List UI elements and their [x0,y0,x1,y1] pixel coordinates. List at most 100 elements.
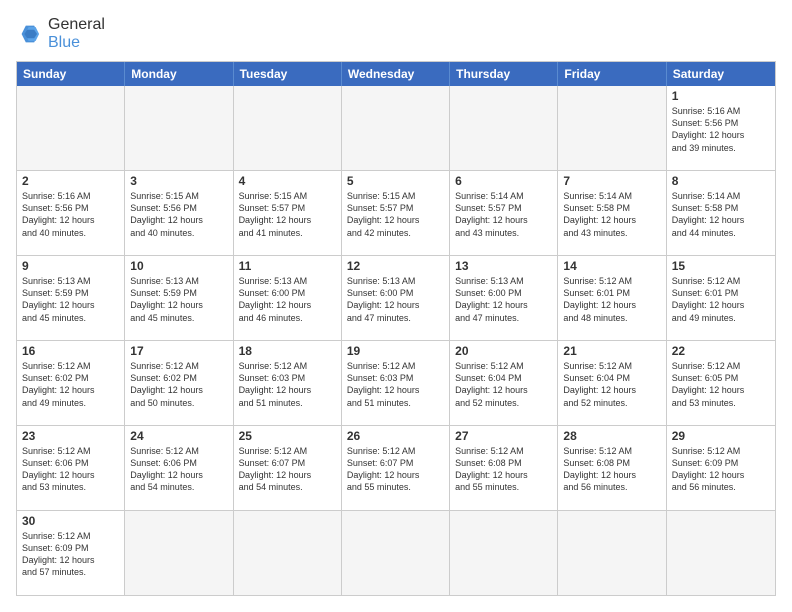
day-number: 25 [239,429,336,443]
calendar-header-day: Thursday [450,62,558,86]
day-number: 22 [672,344,770,358]
calendar-header-day: Monday [125,62,233,86]
day-number: 4 [239,174,336,188]
day-number: 10 [130,259,227,273]
logo-text: General Blue [48,16,105,51]
calendar-cell: 6 Sunrise: 5:14 AM Sunset: 5:57 PM Daylig… [450,171,558,255]
calendar-cell: 18 Sunrise: 5:12 AM Sunset: 6:03 PM Dayli… [234,341,342,425]
calendar-cell: 28Sunrise: 5:12 AM Sunset: 6:08 PM Dayli… [558,426,666,510]
calendar-row: 16 Sunrise: 5:12 AM Sunset: 6:02 PM Dayli… [17,341,775,426]
day-number: 27 [455,429,552,443]
cell-text: Sunrise: 5:16 AM Sunset: 5:56 PM Dayligh… [22,190,119,239]
calendar-cell: 10 Sunrise: 5:13 AM Sunset: 5:59 PM Dayli… [125,256,233,340]
day-number: 5 [347,174,444,188]
calendar-cell: 16 Sunrise: 5:12 AM Sunset: 6:02 PM Dayli… [17,341,125,425]
calendar-cell: 30 Sunrise: 5:12 AM Sunset: 6:09 PM Dayli… [17,511,125,595]
calendar-row: 9 Sunrise: 5:13 AM Sunset: 5:59 PM Daylig… [17,256,775,341]
calendar-cell: 27 Sunrise: 5:12 AM Sunset: 6:08 PM Dayli… [450,426,558,510]
calendar-cell: 25Sunrise: 5:12 AM Sunset: 6:07 PM Dayli… [234,426,342,510]
day-number: 30 [22,514,119,528]
cell-text: Sunrise: 5:12 AM Sunset: 6:01 PM Dayligh… [563,275,660,324]
cell-text: Sunrise: 5:12 AM Sunset: 6:05 PM Dayligh… [672,360,770,409]
day-number: 21 [563,344,660,358]
logo: General Blue [16,16,105,51]
cell-text: Sunrise: 5:14 AM Sunset: 5:58 PM Dayligh… [672,190,770,239]
cell-text: Sunrise: 5:13 AM Sunset: 6:00 PM Dayligh… [455,275,552,324]
calendar-header-day: Tuesday [234,62,342,86]
cell-text: Sunrise: 5:15 AM Sunset: 5:57 PM Dayligh… [239,190,336,239]
calendar-cell: 29Sunrise: 5:12 AM Sunset: 6:09 PM Dayli… [667,426,775,510]
day-number: 17 [130,344,227,358]
calendar: SundayMondayTuesdayWednesdayThursdayFrid… [16,61,776,596]
calendar-cell [125,511,233,595]
day-number: 12 [347,259,444,273]
day-number: 20 [455,344,552,358]
calendar-cell: 22 Sunrise: 5:12 AM Sunset: 6:05 PM Dayli… [667,341,775,425]
cell-text: Sunrise: 5:12 AM Sunset: 6:02 PM Dayligh… [130,360,227,409]
day-number: 19 [347,344,444,358]
day-number: 3 [130,174,227,188]
calendar-cell: 7 Sunrise: 5:14 AM Sunset: 5:58 PM Daylig… [558,171,666,255]
cell-text: Sunrise: 5:12 AM Sunset: 6:01 PM Dayligh… [672,275,770,324]
day-number: 1 [672,89,770,103]
calendar-row: 1 Sunrise: 5:16 AM Sunset: 5:56 PM Daylig… [17,86,775,171]
calendar-cell: 23Sunrise: 5:12 AM Sunset: 6:06 PM Dayli… [17,426,125,510]
page: General Blue SundayMondayTuesdayWednesda… [0,0,792,612]
calendar-cell: 12 Sunrise: 5:13 AM Sunset: 6:00 PM Dayli… [342,256,450,340]
calendar-cell: 24 Sunrise: 5:12 AM Sunset: 6:06 PM Dayli… [125,426,233,510]
day-number: 26 [347,429,444,443]
day-number: 13 [455,259,552,273]
day-number: 15 [672,259,770,273]
day-number: 23 [22,429,119,443]
calendar-cell: 8Sunrise: 5:14 AM Sunset: 5:58 PM Daylig… [667,171,775,255]
day-number: 7 [563,174,660,188]
calendar-row: 30 Sunrise: 5:12 AM Sunset: 6:09 PM Dayli… [17,511,775,595]
day-number: 14 [563,259,660,273]
cell-text: Sunrise: 5:12 AM Sunset: 6:03 PM Dayligh… [347,360,444,409]
cell-text: Sunrise: 5:13 AM Sunset: 5:59 PM Dayligh… [130,275,227,324]
calendar-cell: 20 Sunrise: 5:12 AM Sunset: 6:04 PM Dayli… [450,341,558,425]
calendar-cell: 4 Sunrise: 5:15 AM Sunset: 5:57 PM Daylig… [234,171,342,255]
day-number: 24 [130,429,227,443]
calendar-cell [342,511,450,595]
calendar-cell [667,511,775,595]
cell-text: Sunrise: 5:14 AM Sunset: 5:57 PM Dayligh… [455,190,552,239]
calendar-header: SundayMondayTuesdayWednesdayThursdayFrid… [17,62,775,86]
cell-text: Sunrise: 5:15 AM Sunset: 5:56 PM Dayligh… [130,190,227,239]
calendar-cell: 21 Sunrise: 5:12 AM Sunset: 6:04 PM Dayli… [558,341,666,425]
calendar-row: 23 Sunrise: 5:12 AM Sunset: 6:06 PM Dayli… [17,426,775,511]
cell-text: Sunrise: 5:12 AM Sunset: 6:06 PM Dayligh… [130,445,227,494]
cell-text: Sunrise: 5:12 AM Sunset: 6:07 PM Dayligh… [347,445,444,494]
day-number: 29 [672,429,770,443]
day-number: 9 [22,259,119,273]
day-number: 2 [22,174,119,188]
calendar-cell: 2 Sunrise: 5:16 AM Sunset: 5:56 PM Daylig… [17,171,125,255]
day-number: 11 [239,259,336,273]
cell-text: Sunrise: 5:16 AM Sunset: 5:56 PM Dayligh… [672,105,770,154]
cell-text: Sunrise: 5:14 AM Sunset: 5:58 PM Dayligh… [563,190,660,239]
calendar-body: 1 Sunrise: 5:16 AM Sunset: 5:56 PM Daylig… [17,86,775,595]
cell-text: Sunrise: 5:12 AM Sunset: 6:03 PM Dayligh… [239,360,336,409]
calendar-cell: 19 Sunrise: 5:12 AM Sunset: 6:03 PM Dayli… [342,341,450,425]
day-number: 16 [22,344,119,358]
calendar-cell [558,86,666,170]
cell-text: Sunrise: 5:12 AM Sunset: 6:04 PM Dayligh… [455,360,552,409]
header: General Blue [16,16,776,51]
cell-text: Sunrise: 5:13 AM Sunset: 6:00 PM Dayligh… [347,275,444,324]
calendar-cell: 11 Sunrise: 5:13 AM Sunset: 6:00 PM Dayli… [234,256,342,340]
day-number: 6 [455,174,552,188]
day-number: 18 [239,344,336,358]
cell-text: Sunrise: 5:13 AM Sunset: 6:00 PM Dayligh… [239,275,336,324]
calendar-cell: 5 Sunrise: 5:15 AM Sunset: 5:57 PM Daylig… [342,171,450,255]
calendar-row: 2 Sunrise: 5:16 AM Sunset: 5:56 PM Daylig… [17,171,775,256]
logo-icon [16,20,44,48]
cell-text: Sunrise: 5:12 AM Sunset: 6:02 PM Dayligh… [22,360,119,409]
cell-text: Sunrise: 5:12 AM Sunset: 6:04 PM Dayligh… [563,360,660,409]
cell-text: Sunrise: 5:12 AM Sunset: 6:08 PM Dayligh… [455,445,552,494]
calendar-cell: 1 Sunrise: 5:16 AM Sunset: 5:56 PM Daylig… [667,86,775,170]
calendar-cell: 9Sunrise: 5:13 AM Sunset: 5:59 PM Daylig… [17,256,125,340]
cell-text: Sunrise: 5:12 AM Sunset: 6:09 PM Dayligh… [22,530,119,579]
cell-text: Sunrise: 5:15 AM Sunset: 5:57 PM Dayligh… [347,190,444,239]
calendar-header-day: Friday [558,62,666,86]
calendar-cell [125,86,233,170]
